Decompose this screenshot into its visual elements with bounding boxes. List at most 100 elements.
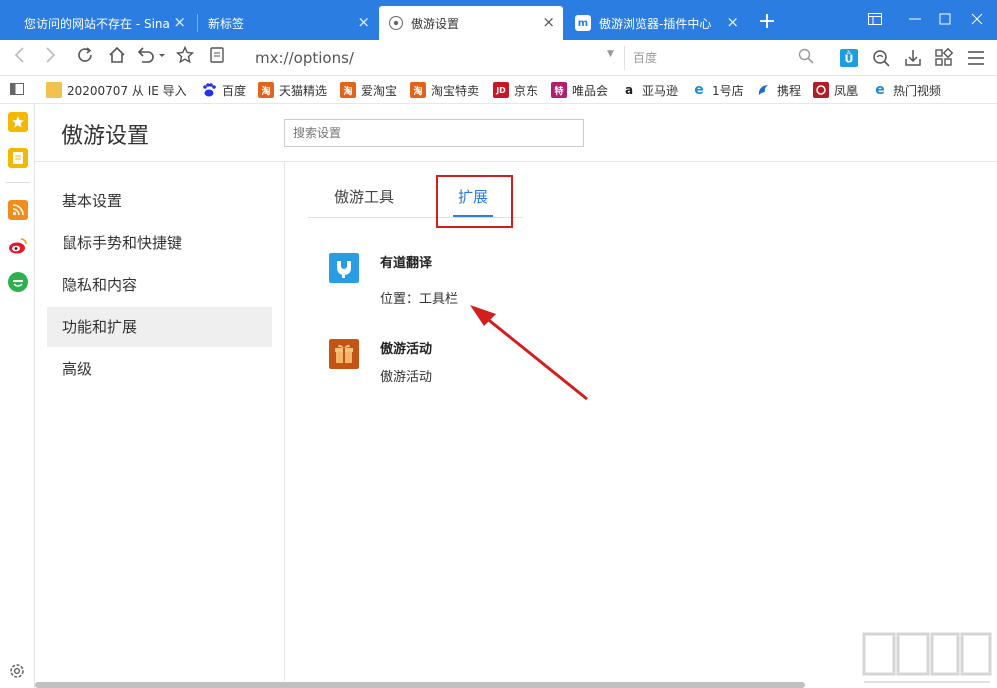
bookmark-tmall[interactable]: 淘 天猫精选 xyxy=(258,81,327,99)
bookmark-label: 京东 xyxy=(514,83,539,98)
favorites-star-icon[interactable] xyxy=(8,112,28,132)
folder-icon xyxy=(46,82,62,98)
reader-note-icon[interactable] xyxy=(204,46,230,70)
search-engine-input[interactable]: 百度 xyxy=(624,46,824,70)
gift-icon xyxy=(329,339,359,369)
ifeng-icon xyxy=(813,82,829,98)
bookmark-ifeng[interactable]: 凤凰 xyxy=(813,81,858,99)
bookmark-yhd[interactable]: e 1号店 xyxy=(691,81,744,99)
annotation-arrow-icon xyxy=(470,305,588,401)
url-dropdown-icon[interactable]: ▼ xyxy=(607,49,614,59)
search-icon[interactable] xyxy=(798,48,814,64)
svg-text:Ǜ: Ǜ xyxy=(845,51,854,66)
bookmark-label: 1号店 xyxy=(712,83,744,98)
url-input[interactable]: mx://options/ xyxy=(255,47,615,69)
maxthon-logo-icon: m xyxy=(575,15,591,31)
nav-privacy-content[interactable]: 隐私和内容 xyxy=(47,265,272,305)
youdao-toolbar-icon[interactable]: Ǜ xyxy=(839,48,859,68)
tab-close-icon[interactable]: × xyxy=(357,15,370,30)
refresh-icon[interactable] xyxy=(72,46,98,70)
forward-icon[interactable] xyxy=(38,46,64,70)
yhd-icon: e xyxy=(691,82,707,98)
tmall-icon: 淘 xyxy=(258,82,274,98)
home-icon[interactable] xyxy=(104,46,130,70)
settings-search-input[interactable] xyxy=(284,119,584,147)
extension-name: 有道翻译 xyxy=(380,256,433,271)
bookmark-amazon[interactable]: a 亚马逊 xyxy=(621,81,678,99)
extension-description: 傲游活动 xyxy=(380,370,433,385)
horizontal-scrollbar[interactable] xyxy=(35,682,805,688)
bookmark-label: 20200707 从 IE 导入 xyxy=(67,83,187,98)
tab-maxthon-tools[interactable]: 傲游工具 xyxy=(334,186,394,210)
window-close-icon[interactable] xyxy=(964,8,990,32)
highlight-box xyxy=(436,175,513,228)
bookmark-baidu[interactable]: 百度 xyxy=(201,81,246,99)
menu-icon[interactable] xyxy=(966,48,986,68)
tab-new-tab[interactable]: 新标签 × xyxy=(198,6,378,40)
notes-icon[interactable] xyxy=(8,148,28,168)
smiley-chat-icon[interactable] xyxy=(8,272,28,292)
tab-label: 傲游浏览器-插件中心 xyxy=(599,16,712,31)
site-watermark-logo xyxy=(862,632,992,683)
tab-label: 傲游设置 xyxy=(411,16,460,31)
bookmark-hot-video[interactable]: e 热门视频 xyxy=(872,81,941,99)
bookmark-label: 亚马逊 xyxy=(642,83,679,98)
extension-location: 位置：工具栏 xyxy=(380,292,459,307)
youdao-icon xyxy=(329,253,359,283)
bookmark-label: 携程 xyxy=(777,83,802,98)
amazon-icon: a xyxy=(621,82,637,98)
bookmark-ie-import[interactable]: 20200707 从 IE 导入 xyxy=(46,81,187,99)
undo-close-tab-icon[interactable] xyxy=(134,46,168,70)
bookmark-label: 热门视频 xyxy=(893,83,942,98)
tab-plugin-center[interactable]: m 傲游浏览器-插件中心 × xyxy=(565,6,747,40)
minimize-icon[interactable] xyxy=(902,8,928,32)
settings-gear-icon[interactable] xyxy=(8,662,26,680)
bookmark-vip[interactable]: 特 唯品会 xyxy=(551,81,608,99)
extensions-icon[interactable] xyxy=(934,48,954,68)
rss-icon[interactable] xyxy=(8,200,28,220)
sidebar-panel-icon[interactable] xyxy=(10,83,24,95)
bookmark-label: 爱淘宝 xyxy=(361,83,398,98)
back-icon[interactable] xyxy=(6,46,32,70)
download-icon[interactable] xyxy=(903,48,923,68)
bookmark-aitaobao[interactable]: 淘 爱淘宝 xyxy=(340,81,397,99)
bookmark-label: 天猫精选 xyxy=(279,83,328,98)
tab-label: 您访问的网站不存在 - Sina xyxy=(24,16,170,31)
tab-sina[interactable]: 您访问的网站不存在 - Sina × xyxy=(14,6,194,40)
new-tab-button[interactable]: + xyxy=(756,8,778,36)
gear-icon xyxy=(389,16,403,30)
nav-advanced[interactable]: 高级 xyxy=(47,349,272,389)
video-icon: e xyxy=(872,82,888,98)
vip-icon: 特 xyxy=(551,82,567,98)
nav-mouse-gestures-shortcuts[interactable]: 鼠标手势和快捷键 xyxy=(47,223,272,263)
ctrip-icon xyxy=(756,82,772,98)
magnify-tool-icon[interactable] xyxy=(871,48,891,68)
bookmarks-bar: 20200707 从 IE 导入 百度 淘 天猫精选 淘 爱淘宝 淘 淘宝特卖 … xyxy=(0,76,997,104)
bookmark-taobao-sale[interactable]: 淘 淘宝特卖 xyxy=(410,81,479,99)
sidebar-toggle-icon[interactable] xyxy=(862,8,888,32)
header-divider xyxy=(35,161,997,162)
bookmark-label: 唯品会 xyxy=(572,83,609,98)
tab-close-icon[interactable]: × xyxy=(726,15,739,30)
bookmark-ctrip[interactable]: 携程 xyxy=(756,81,801,99)
extension-name: 傲游活动 xyxy=(380,342,433,357)
tab-bar: 您访问的网站不存在 - Sina × 新标签 × 傲游设置 × m 傲游浏览器-… xyxy=(0,0,997,40)
bookmark-label: 百度 xyxy=(222,83,247,98)
nav-features-extensions[interactable]: 功能和扩展 xyxy=(47,307,272,347)
tab-maxthon-settings[interactable]: 傲游设置 × xyxy=(379,6,563,40)
tab-close-icon[interactable]: × xyxy=(173,15,186,30)
aitaobao-icon: 淘 xyxy=(340,82,356,98)
favorite-star-icon[interactable] xyxy=(172,45,198,70)
bookmark-label: 淘宝特卖 xyxy=(431,83,480,98)
jd-icon: JD xyxy=(493,82,509,98)
bookmark-label: 凤凰 xyxy=(834,83,859,98)
nav-basic-settings[interactable]: 基本设置 xyxy=(47,181,272,221)
address-toolbar: mx://options/ ▼ 百度 Ǜ xyxy=(0,40,997,76)
tab-label: 新标签 xyxy=(208,16,245,31)
taobao-icon: 淘 xyxy=(410,82,426,98)
tab-close-icon[interactable]: × xyxy=(542,15,555,30)
weibo-icon[interactable] xyxy=(8,236,28,256)
nav-divider xyxy=(284,161,285,681)
bookmark-jd[interactable]: JD 京东 xyxy=(493,81,538,99)
maximize-icon[interactable] xyxy=(932,8,958,32)
